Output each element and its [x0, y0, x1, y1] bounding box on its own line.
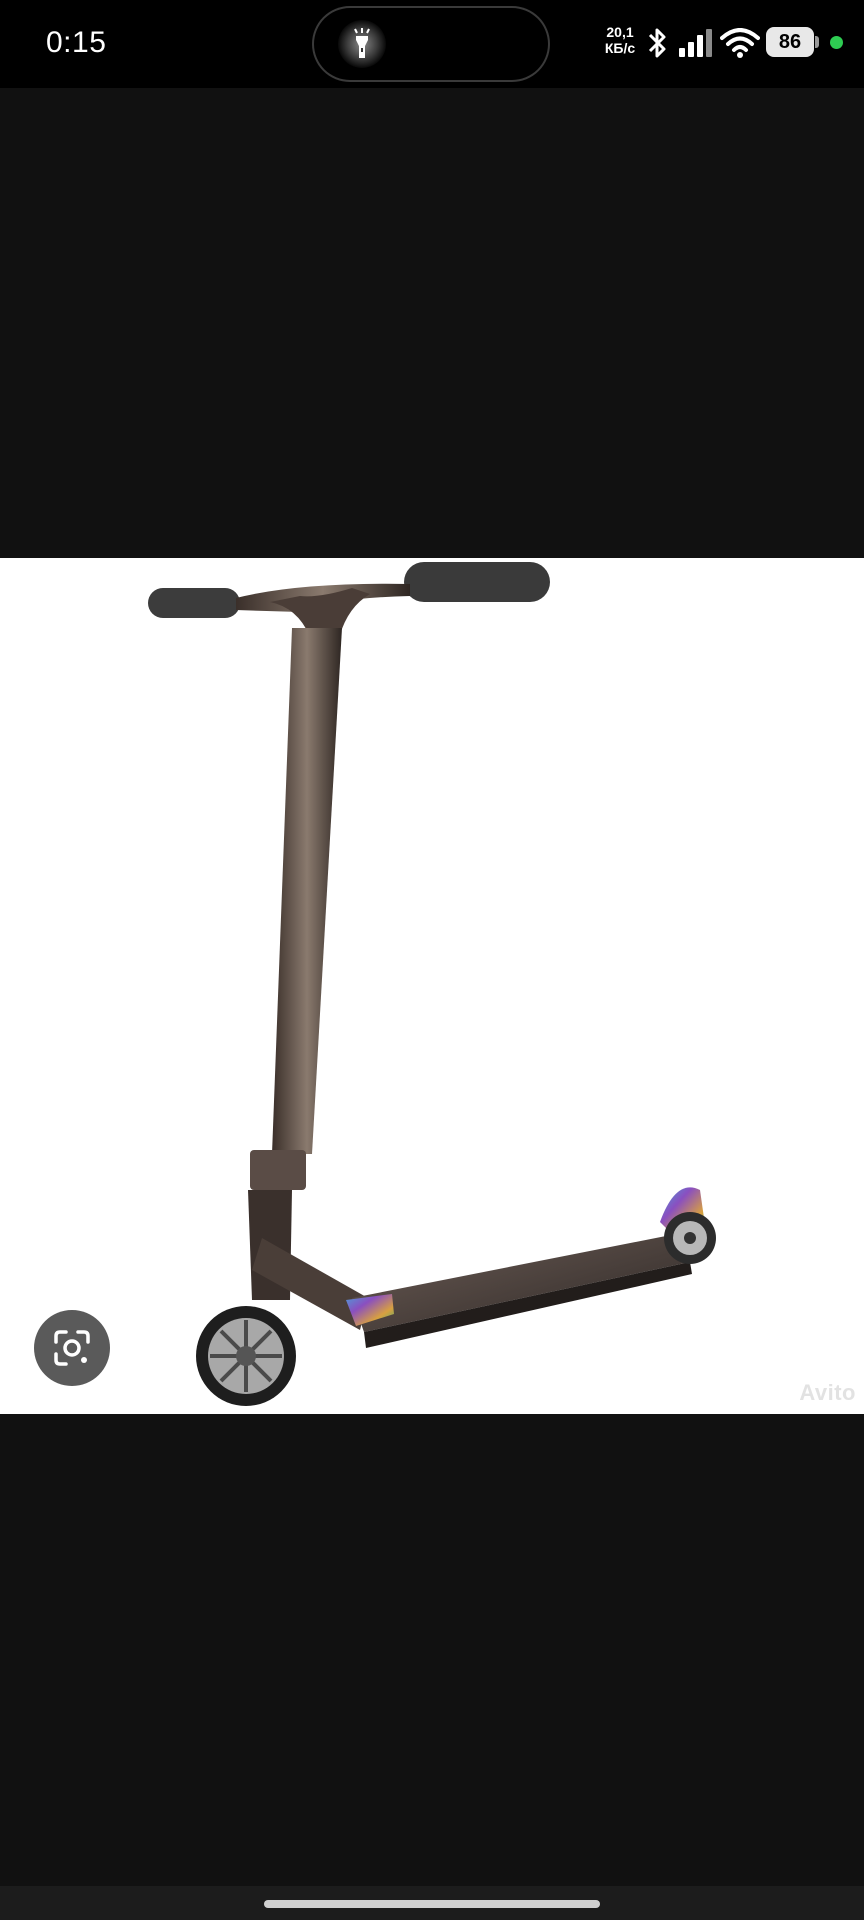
avito-watermark: Avito [799, 1380, 856, 1405]
bluetooth-icon [644, 26, 670, 65]
network-speed-unit: КБ/с [604, 40, 636, 56]
battery-icon: 86 [766, 27, 814, 57]
scooter-photo [148, 562, 716, 1406]
google-lens-button[interactable] [34, 1310, 110, 1386]
battery-tip [815, 36, 819, 48]
dynamic-island[interactable] [312, 6, 550, 82]
wifi-icon [720, 28, 760, 63]
flashlight-icon[interactable] [338, 20, 386, 68]
network-speed: 20,1 КБ/с [600, 24, 640, 56]
gesture-navigation-bar [0, 1886, 864, 1920]
google-lens-icon [54, 1330, 90, 1366]
image-viewer-screen: 0:15 20,1 КБ/с 86 Avito [0, 0, 864, 1920]
status-bar: 0:15 20,1 КБ/с 86 [0, 0, 864, 88]
status-time: 0:15 [46, 26, 107, 59]
product-image[interactable]: Avito [0, 558, 864, 1414]
network-speed-value: 20,1 [606, 24, 634, 40]
home-indicator[interactable] [264, 1900, 600, 1908]
signal-icon [678, 28, 714, 63]
privacy-indicator-dot [830, 36, 843, 49]
